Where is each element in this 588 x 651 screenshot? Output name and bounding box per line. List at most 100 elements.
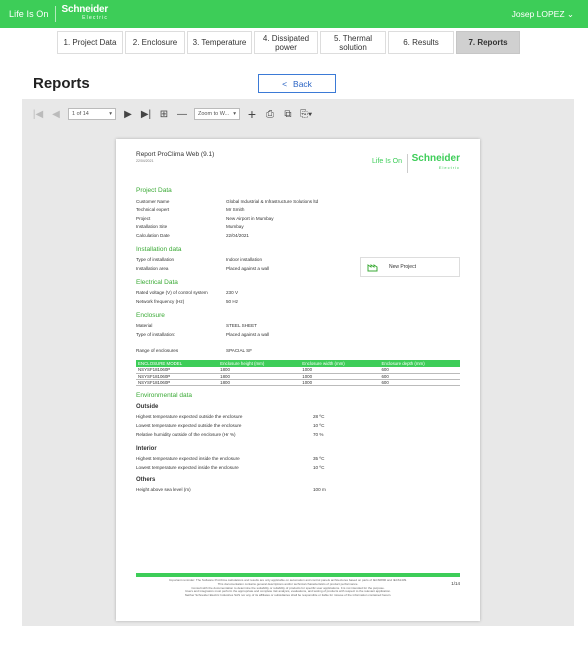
brand-sub: Electric [82, 15, 109, 21]
report-header: Report ProClima Web (9.1) 22/04/2021 Lif… [136, 151, 460, 181]
table-cell: 600 [379, 379, 460, 386]
page-select-value: 1 of 14 [72, 111, 89, 117]
page-select[interactable]: 1 of 14 ▾ [68, 108, 116, 120]
last-page-icon[interactable]: ▶| [140, 109, 152, 120]
back-label: Back [293, 78, 312, 89]
life-is-on-logo: Life Is On [372, 158, 402, 165]
page-title: Reports [33, 75, 90, 92]
print-layout-icon[interactable]: ⧉ [282, 109, 294, 120]
next-page-icon[interactable]: ▶ [122, 109, 134, 120]
tab-reports[interactable]: 7. Reports [456, 31, 520, 54]
zoom-out-icon[interactable]: — [176, 109, 188, 120]
field-value: Global Industrial & Infrastructure Solut… [226, 198, 319, 204]
tab-dissipated-power[interactable]: 4. Dissipated power [254, 31, 318, 54]
tab-enclosure[interactable]: 2. Enclosure [125, 31, 185, 54]
chevron-down-icon: ▾ [109, 111, 112, 117]
field-label: Calculation Date [136, 232, 170, 238]
back-arrow-icon: < [282, 78, 288, 89]
top-bar: Life Is On Schneider Electric Josep LOPE… [0, 0, 588, 28]
field-label: Type of installation [136, 257, 175, 263]
report-footer: Important reminder: The Software ProClim… [136, 573, 460, 598]
electrical-heading: Electrical Data [136, 278, 178, 286]
list-item: Technical expert Mr Smith [136, 206, 460, 215]
list-item: Rated voltage (V) of control system 230 V [136, 289, 460, 298]
list-item: Project New Airport in Mumbay [136, 214, 460, 223]
field-label: Relative humidity outside of the enclosu… [136, 431, 236, 437]
table-header-row: ENCLOSURE MODEL Enclosure height (mm) En… [136, 360, 460, 367]
export-icon[interactable]: ⎘▾ [300, 109, 312, 120]
back-button[interactable]: < Back [258, 74, 336, 93]
tab-results[interactable]: 6. Results [388, 31, 454, 54]
list-item: Calculation Date 22/04/2021 [136, 231, 460, 240]
table-cell: 1800 [218, 379, 301, 386]
field-label: Rated voltage (V) of control system [136, 290, 208, 296]
column-header: ENCLOSURE MODEL [136, 360, 219, 367]
field-value: Mr Smith [226, 207, 245, 213]
list-item: Material STEEL SHEET [136, 322, 460, 331]
footer-line: Neither Schneider Electric Industries SA… [184, 593, 392, 598]
table-row: NSYSF181060P 1800 1000 600 [136, 379, 460, 386]
field-value: SPACIAL SF [226, 348, 253, 354]
column-header: Enclosure height (mm) [218, 360, 301, 367]
field-label: Height above sea level (m) [136, 486, 191, 492]
footer-bar [136, 573, 460, 577]
page-number: 1/14 [451, 581, 460, 586]
brand-logo[interactable]: Life Is On Schneider Electric [0, 4, 109, 22]
enclosure-heading: Enclosure [136, 311, 165, 319]
environmental-heading: Environmental data [136, 391, 193, 399]
field-value: New Airport in Mumbay [226, 215, 274, 221]
tab-project-data[interactable]: 1. Project Data [57, 31, 123, 54]
field-value: 35 ºC [313, 455, 325, 461]
report-brand-name: Schneider [411, 153, 460, 164]
tab-temperature[interactable]: 3. Temperature [187, 31, 252, 54]
list-item: Customer Name Global Industrial & Infrast… [136, 197, 460, 206]
report-page: Report ProClima Web (9.1) 22/04/2021 Lif… [116, 139, 480, 621]
first-page-icon[interactable]: |◀ [32, 109, 44, 120]
list-item: Highest temperature expected outside the… [136, 412, 460, 421]
zoom-select-value: Zoom to W... [198, 111, 230, 117]
factory-icon [367, 264, 378, 272]
print-icon[interactable]: ⎙ [264, 109, 276, 120]
prev-page-icon[interactable]: ◀ [50, 109, 62, 120]
field-label: Network frequency (Hz) [136, 298, 185, 304]
brand-name: Schneider [61, 4, 109, 15]
list-item: Range of enclosures SPACIAL SF [136, 347, 460, 356]
toggle-view-icon[interactable]: ⊞ [158, 109, 170, 120]
field-label: Installation Site [136, 224, 168, 230]
user-menu[interactable]: Josep LOPEZ ⌄ [512, 9, 574, 20]
field-value: 50 Hz [226, 298, 239, 304]
chevron-down-icon: ▾ [233, 111, 236, 117]
field-value: 28 ºC [313, 413, 325, 419]
table-cell: NSYSF181060P [136, 379, 219, 386]
others-heading: Others [136, 476, 156, 483]
column-header: Enclosure depth (mm) [379, 360, 460, 367]
tab-thermal-solution[interactable]: 5. Thermal solution [320, 31, 386, 54]
installation-heading: Installation data [136, 245, 182, 253]
zoom-select[interactable]: Zoom to W... ▾ [194, 108, 240, 120]
report-brand-sub: Electric [438, 165, 460, 170]
list-item: Relative humidity outside of the enclosu… [136, 430, 460, 439]
zoom-in-icon[interactable]: + [246, 106, 258, 122]
field-value: 70 % [313, 431, 324, 437]
project-data-list: Customer Name Global Industrial & Infrast… [136, 197, 460, 240]
field-label: Type of installation: [136, 331, 176, 337]
list-item: Lowest temperature expected outside the … [136, 421, 460, 430]
viewer-toolbar: |◀ ◀ 1 of 14 ▾ ▶ ▶| ⊞ — Zoom to W... ▾ + ⎙… [22, 99, 574, 129]
brand-divider [54, 6, 56, 22]
footer-text: Important reminder: The Software ProClim… [136, 578, 460, 598]
enclosure-table: ENCLOSURE MODEL Enclosure height (mm) En… [136, 360, 460, 386]
field-label: Highest temperature expected outside the… [136, 413, 243, 419]
list-item: Network frequency (Hz) 50 Hz [136, 297, 460, 306]
field-label: Lowest temperature expected inside the e… [136, 464, 239, 470]
schneider-electric-logo: Schneider Electric [406, 153, 460, 173]
field-label: Customer Name [136, 198, 170, 204]
project-data-heading: Project Data [136, 187, 172, 194]
outside-heading: Outside [136, 403, 159, 410]
field-value: 10 ºC [313, 422, 325, 428]
field-label: Technical expert [136, 207, 170, 213]
list-item: Installation Site Mumbay [136, 223, 460, 232]
field-value: Placed against a wall [226, 331, 270, 337]
field-value: 22/04/2021 [226, 232, 249, 238]
field-label: Project [136, 215, 151, 221]
interior-heading: Interior [136, 445, 157, 452]
